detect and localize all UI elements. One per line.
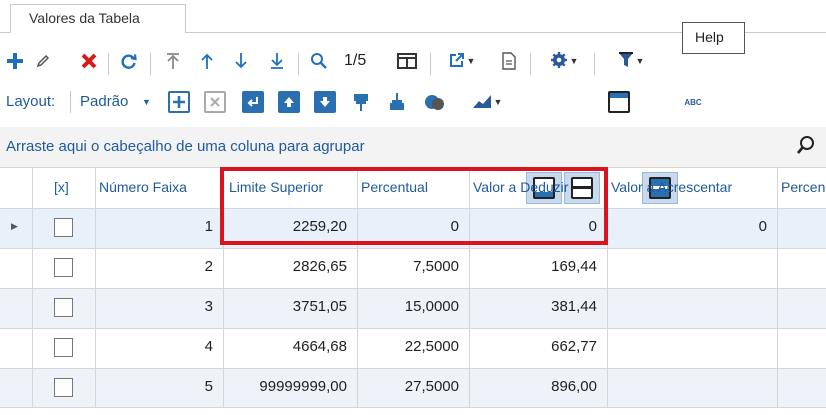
cell-limite-superior[interactable]: 99999999,00	[223, 368, 357, 408]
cell-valor-a-acrescentar[interactable]: 0	[607, 208, 777, 248]
caret-down-icon: ▼	[569, 56, 579, 66]
unpin-icon[interactable]	[384, 86, 410, 118]
last-record-icon[interactable]	[264, 45, 290, 77]
cell-valor-a-deduzir[interactable]: 896,00	[469, 368, 607, 408]
edit-icon[interactable]	[30, 45, 56, 77]
remove-column-icon[interactable]	[202, 86, 228, 118]
tab-valores-da-tabela[interactable]: Valores da Tabela	[10, 4, 186, 32]
abc-text-icon[interactable]: ABC	[680, 86, 706, 118]
filter-dropdown[interactable]: ▼	[608, 45, 654, 77]
column-header-percentual-2[interactable]: Percen	[781, 167, 826, 208]
pin-icon[interactable]	[348, 86, 374, 118]
layout-toolbar: ▼ ABC	[166, 86, 702, 204]
cell-limite-superior[interactable]: 4664,68	[223, 328, 357, 368]
table-row[interactable]: 5 99999999,00 27,5000 896,00	[0, 368, 826, 408]
row-checkbox[interactable]	[54, 298, 73, 317]
table-row[interactable]: 3 3751,05 15,0000 381,44	[0, 288, 826, 328]
cell-percentual[interactable]: 27,5000	[357, 368, 469, 408]
filter-icon	[618, 51, 634, 72]
cell-numero-faixa[interactable]: 2	[99, 248, 223, 288]
cell-percentual[interactable]: 7,5000	[357, 248, 469, 288]
row-checkbox[interactable]	[54, 338, 73, 357]
chart-style-dropdown[interactable]: ▼	[464, 86, 510, 118]
group-panel[interactable]: Arraste aqui o cabeçalho de uma coluna p…	[0, 127, 826, 167]
wrap-icon[interactable]	[240, 86, 266, 118]
caret-down-icon: ▼	[493, 97, 503, 107]
fill-color-icon[interactable]	[422, 86, 448, 118]
group-panel-hint: Arraste aqui o cabeçalho de uma coluna p…	[6, 138, 365, 155]
prev-record-icon[interactable]	[194, 45, 220, 77]
caret-down-icon: ▼	[466, 56, 476, 66]
search-icon[interactable]	[306, 45, 332, 77]
cell-valor-a-deduzir[interactable]: 381,44	[469, 288, 607, 328]
settings-dropdown[interactable]: ▼	[540, 45, 588, 77]
main-toolbar: 1/5 ▼ ▼ ▼	[0, 45, 680, 77]
caret-down-icon: ▼	[635, 56, 645, 66]
cell-valor-a-deduzir[interactable]: 662,77	[469, 328, 607, 368]
row-checkbox[interactable]	[54, 218, 73, 237]
table-row[interactable]: 4 4664,68 22,5000 662,77	[0, 328, 826, 368]
move-up-icon[interactable]	[276, 86, 302, 118]
row-indicator-icon: ▶	[11, 221, 18, 231]
cell-percentual[interactable]: 15,0000	[357, 288, 469, 328]
cell-valor-a-acrescentar[interactable]	[607, 328, 777, 368]
next-record-icon[interactable]	[228, 45, 254, 77]
cell-percentual[interactable]: 22,5000	[357, 328, 469, 368]
report-icon[interactable]	[496, 45, 522, 77]
cell-limite-superior[interactable]: 3751,05	[223, 288, 357, 328]
cell-limite-superior[interactable]: 2826,65	[223, 248, 357, 288]
row-top-border-icon[interactable]	[606, 86, 632, 118]
area-chart-icon	[472, 93, 492, 112]
layout-label: Layout:	[6, 93, 56, 110]
cell-numero-faixa[interactable]: 1	[99, 208, 223, 248]
cell-numero-faixa[interactable]: 3	[99, 288, 223, 328]
row-checkbox[interactable]	[54, 378, 73, 397]
layout-select[interactable]: Padrão ▼	[80, 86, 154, 118]
row-checkbox[interactable]	[54, 258, 73, 277]
table-row[interactable]: 2 2826,65 7,5000 169,44	[0, 248, 826, 288]
export-dropdown[interactable]: ▼	[440, 45, 484, 77]
layout-value: Padrão	[80, 93, 129, 110]
cell-valor-a-acrescentar[interactable]	[607, 288, 777, 328]
column-header-valor-a-acrescentar[interactable]: Valor a Acrescentar	[611, 167, 777, 208]
cell-valor-a-deduzir[interactable]: 169,44	[469, 248, 607, 288]
settings-icon	[550, 51, 568, 72]
record-counter: 1/5	[344, 52, 367, 69]
delete-icon[interactable]	[76, 45, 102, 77]
help-tooltip: Help	[682, 22, 745, 54]
cell-numero-faixa[interactable]: 4	[99, 328, 223, 368]
columns-icon[interactable]	[394, 45, 420, 77]
refresh-icon[interactable]	[116, 45, 142, 77]
column-header-numero-faixa[interactable]: Número Faixa	[99, 167, 223, 208]
move-down-icon[interactable]	[312, 86, 338, 118]
add-column-icon[interactable]	[166, 86, 192, 118]
first-record-icon[interactable]	[160, 45, 186, 77]
cell-numero-faixa[interactable]: 5	[99, 368, 223, 408]
column-header-select[interactable]: [x]	[54, 167, 98, 208]
search-icon[interactable]	[796, 135, 816, 158]
highlight-box	[220, 167, 608, 245]
add-icon[interactable]	[2, 45, 28, 77]
export-icon	[449, 52, 465, 71]
cell-valor-a-acrescentar[interactable]	[607, 368, 777, 408]
caret-down-icon: ▼	[142, 97, 151, 107]
cell-valor-a-acrescentar[interactable]	[607, 248, 777, 288]
